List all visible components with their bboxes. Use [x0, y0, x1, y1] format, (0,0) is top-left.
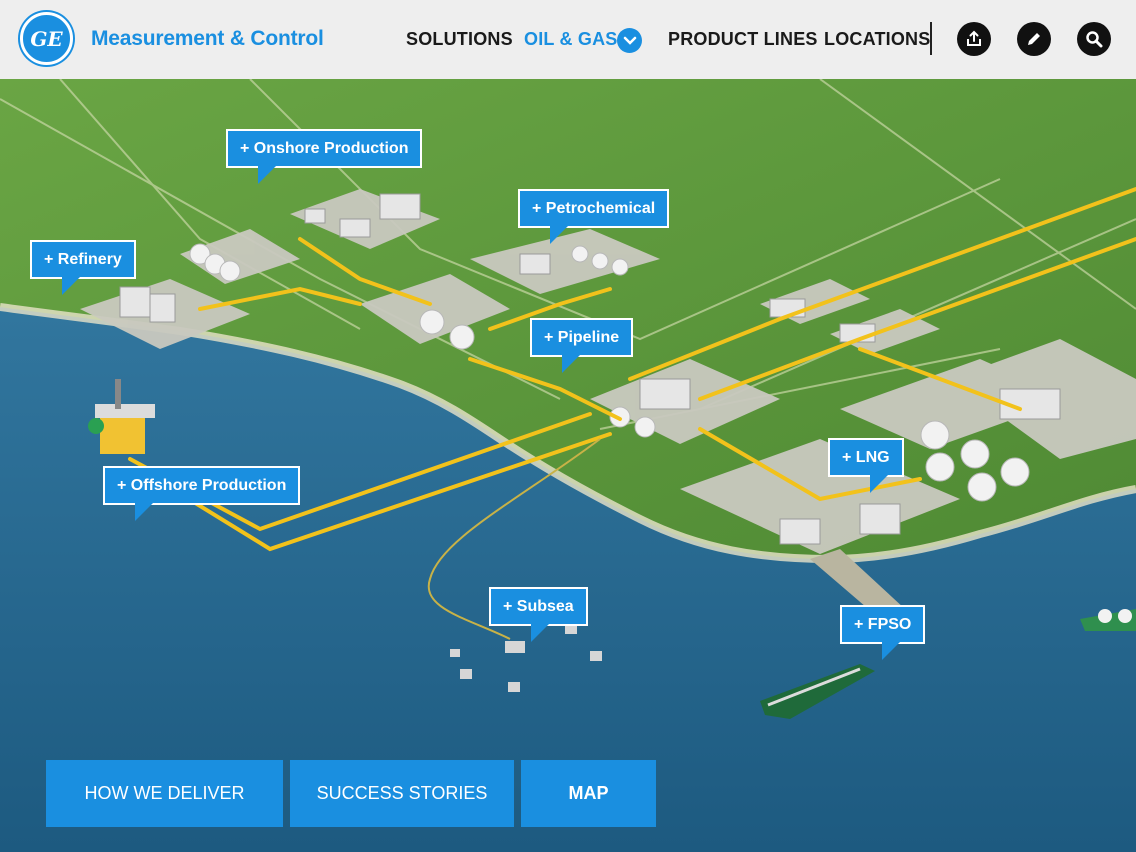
- callout-lng[interactable]: + LNG: [828, 438, 904, 493]
- search-icon[interactable]: [1077, 22, 1111, 56]
- callout-offshore-production[interactable]: + Offshore Production: [103, 466, 301, 521]
- callout-refinery[interactable]: + Refinery: [30, 240, 136, 295]
- nav-oil-gas[interactable]: OIL & GAS: [524, 29, 617, 50]
- callout-pipeline[interactable]: + Pipeline: [530, 318, 634, 373]
- nav-locations[interactable]: LOCATIONS: [824, 29, 930, 50]
- ge-logo[interactable]: GE: [20, 12, 73, 65]
- brand-title[interactable]: Measurement & Control: [91, 27, 324, 51]
- logo-text: GE: [30, 26, 63, 51]
- tab-how-we-deliver[interactable]: HOW WE DELIVER: [46, 760, 283, 827]
- pencil-icon[interactable]: [1017, 22, 1051, 56]
- callout-subsea[interactable]: + Subsea: [489, 587, 588, 642]
- share-icon[interactable]: [957, 22, 991, 56]
- tab-success-stories[interactable]: SUCCESS STORIES: [290, 760, 514, 827]
- chevron-down-icon[interactable]: [617, 28, 642, 53]
- nav-product-lines[interactable]: PRODUCT LINES: [668, 29, 818, 50]
- nav-divider: [930, 22, 932, 55]
- top-header: GE Measurement & Control SOLUTIONS OIL &…: [0, 0, 1136, 79]
- callout-onshore-production[interactable]: + Onshore Production: [226, 129, 423, 184]
- nav-solutions[interactable]: SOLUTIONS: [406, 29, 513, 50]
- callout-fpso[interactable]: + FPSO: [840, 605, 926, 660]
- tab-map[interactable]: MAP: [521, 760, 656, 827]
- callout-petrochemical[interactable]: + Petrochemical: [518, 189, 670, 244]
